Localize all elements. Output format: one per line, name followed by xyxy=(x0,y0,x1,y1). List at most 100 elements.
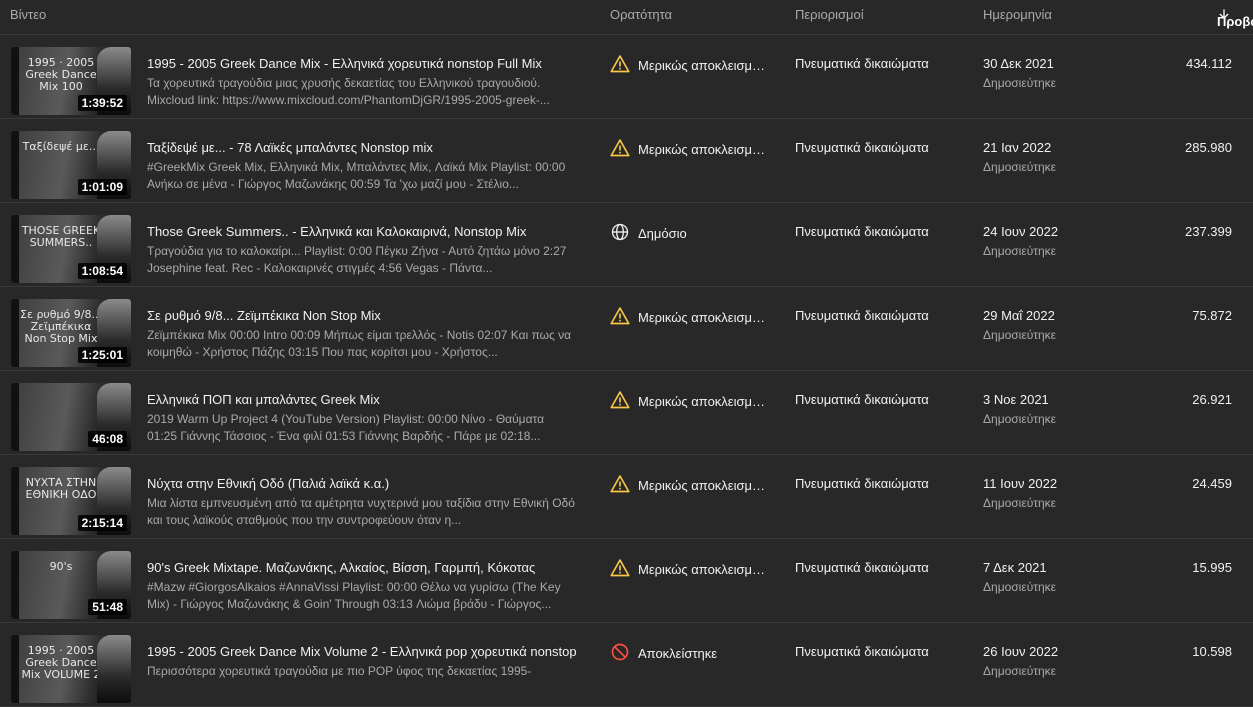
visibility-cell[interactable]: Μερικώς αποκλεισμένο xyxy=(610,138,770,161)
video-title[interactable]: 90's Greek Mixtape. Μαζωνάκης, Αλκαίος, … xyxy=(147,560,577,575)
publish-status: Δημοσιεύτηκε xyxy=(983,244,1057,258)
restrictions-cell[interactable]: Πνευματικά δικαιώματα xyxy=(795,224,929,239)
video-description: 2019 Warm Up Project 4 (YouTube Version)… xyxy=(147,412,545,443)
views-header-label: Προβολές xyxy=(1217,14,1253,29)
video-description: #GreekMix Greek Mix, Ελληνικά Mix, Μπαλά… xyxy=(147,160,566,191)
view-count: 75.872 xyxy=(1192,308,1232,323)
column-header-visibility[interactable]: Ορατότητα xyxy=(610,7,672,22)
thumbnail-text: THOSE GREEK SUMMERS.. xyxy=(21,224,101,249)
video-thumbnail[interactable]: 90's 51:48 xyxy=(11,551,131,619)
thumbnail-text: Σε ρυθμό 9/8... Ζεϊμπέκικα Non Stop Mix xyxy=(20,308,102,345)
video-duration: 2:15:14 xyxy=(77,515,127,531)
column-header-video[interactable]: Βίντεο xyxy=(10,7,46,22)
visibility-label: Μερικώς αποκλεισμένο xyxy=(638,142,770,157)
view-count: 15.995 xyxy=(1192,560,1232,575)
video-row[interactable]: Σε ρυθμό 9/8... Ζεϊμπέκικα Non Stop Mix … xyxy=(0,287,1253,371)
video-title[interactable]: 1995 - 2005 Greek Dance Mix - Ελληνικά χ… xyxy=(147,56,577,71)
video-thumbnail[interactable]: 1995 · 2005 Greek Dance Mix VOLUME 2 xyxy=(11,635,131,703)
thumbnail-strip xyxy=(11,299,19,367)
visibility-label: Μερικώς αποκλεισμένο xyxy=(638,58,770,73)
video-description: Τραγούδια για το καλοκαίρι... Playlist: … xyxy=(147,244,567,275)
restrictions-cell[interactable]: Πνευματικά δικαιώματα xyxy=(795,140,929,155)
warning-icon xyxy=(610,474,630,497)
video-row[interactable]: 90's 51:48 90's Greek Mixtape. Μαζωνάκης… xyxy=(0,539,1253,623)
video-duration: 51:48 xyxy=(88,599,127,615)
visibility-cell[interactable]: Μερικώς αποκλεισμένο xyxy=(610,306,770,329)
restrictions-cell[interactable]: Πνευματικά δικαιώματα xyxy=(795,476,929,491)
publish-status: Δημοσιεύτηκε xyxy=(983,328,1057,342)
visibility-cell[interactable]: Μερικώς αποκλεισμένο xyxy=(610,558,770,581)
visibility-cell[interactable]: Μερικώς αποκλεισμένο xyxy=(610,390,770,413)
visibility-label: Δημόσιο xyxy=(638,226,687,241)
video-row[interactable]: 1995 · 2005 Greek Dance Mix VOLUME 2 199… xyxy=(0,623,1253,707)
video-thumbnail[interactable]: 1995 · 2005 Greek Dance Mix 100 1:39:52 xyxy=(11,47,131,115)
restrictions-cell[interactable]: Πνευματικά δικαιώματα xyxy=(795,392,929,407)
video-title[interactable]: Νύχτα στην Εθνική Οδό (Παλιά λαϊκά κ.α.) xyxy=(147,476,577,491)
thumbnail-text: Ταξίδεψέ με... xyxy=(22,140,100,153)
thumbnail-strip xyxy=(11,131,19,199)
publish-status: Δημοσιεύτηκε xyxy=(983,496,1057,510)
view-count: 24.459 xyxy=(1192,476,1232,491)
video-row[interactable]: Ταξίδεψέ με... 1:01:09 Ταξίδεψέ με... - … xyxy=(0,119,1253,203)
video-thumbnail[interactable]: Σε ρυθμό 9/8... Ζεϊμπέκικα Non Stop Mix … xyxy=(11,299,131,367)
warning-icon xyxy=(610,54,630,77)
visibility-label: Μερικώς αποκλεισμένο xyxy=(638,310,770,325)
thumbnail-strip xyxy=(11,467,19,535)
thumbnail-portrait xyxy=(97,635,131,703)
video-list: 1995 · 2005 Greek Dance Mix 100 1:39:52 … xyxy=(0,35,1253,707)
thumbnail-strip xyxy=(11,215,19,283)
publish-status: Δημοσιεύτηκε xyxy=(983,664,1057,678)
video-thumbnail[interactable]: THOSE GREEK SUMMERS.. 1:08:54 xyxy=(11,215,131,283)
visibility-cell[interactable]: Μερικώς αποκλεισμένο xyxy=(610,474,770,497)
thumbnail-text: 1995 · 2005 Greek Dance Mix VOLUME 2 xyxy=(21,644,101,681)
thumbnail-text: ΝΥΧΤΑ ΣΤΗΝ ΕΘΝΙΚΗ ΟΔΟ xyxy=(25,476,97,501)
column-header-date[interactable]: Ημερομηνία xyxy=(983,7,1052,22)
video-duration: 1:08:54 xyxy=(77,263,127,279)
publish-date: 29 Μαΐ 2022 xyxy=(983,308,1055,323)
view-count: 434.112 xyxy=(1185,56,1232,71)
video-description: Μια λίστα εμπνευσμένη από τα αμέτρητα νυ… xyxy=(147,496,575,527)
warning-icon xyxy=(610,138,630,161)
visibility-cell[interactable]: Δημόσιο xyxy=(610,222,770,245)
thumbnail-strip xyxy=(11,383,19,451)
video-duration: 1:25:01 xyxy=(77,347,127,363)
restrictions-cell[interactable]: Πνευματικά δικαιώματα xyxy=(795,560,929,575)
video-row[interactable]: THOSE GREEK SUMMERS.. 1:08:54 Those Gree… xyxy=(0,203,1253,287)
video-description: Περισσότερα χορευτικά τραγούδια με πιο P… xyxy=(147,664,532,678)
video-title[interactable]: Those Greek Summers.. - Ελληνικά και Καλ… xyxy=(147,224,577,239)
publish-status: Δημοσιεύτηκε xyxy=(983,76,1057,90)
visibility-cell[interactable]: Αποκλείστηκε xyxy=(610,642,770,665)
video-thumbnail[interactable]: 46:08 xyxy=(11,383,131,451)
thumbnail-strip xyxy=(11,551,19,619)
view-count: 237.399 xyxy=(1185,224,1232,239)
video-duration: 1:01:09 xyxy=(77,179,127,195)
thumbnail-strip xyxy=(11,47,19,115)
restrictions-cell[interactable]: Πνευματικά δικαιώματα xyxy=(795,308,929,323)
video-row[interactable]: ΝΥΧΤΑ ΣΤΗΝ ΕΘΝΙΚΗ ΟΔΟ 2:15:14 Νύχτα στην… xyxy=(0,455,1253,539)
restrictions-cell[interactable]: Πνευματικά δικαιώματα xyxy=(795,644,929,659)
video-title[interactable]: Ελληνικά ΠΟΠ και μπαλάντες Greek Mix xyxy=(147,392,577,407)
view-count: 10.598 xyxy=(1192,644,1232,659)
video-title[interactable]: Ταξίδεψέ με... - 78 Λαϊκές μπαλάντες Non… xyxy=(147,140,577,155)
visibility-label: Μερικώς αποκλεισμένο xyxy=(638,394,770,409)
video-title[interactable]: Σε ρυθμό 9/8... Ζεϊμπέκικα Non Stop Mix xyxy=(147,308,577,323)
video-duration: 1:39:52 xyxy=(77,95,127,111)
visibility-label: Μερικώς αποκλεισμένο xyxy=(638,562,770,577)
video-thumbnail[interactable]: Ταξίδεψέ με... 1:01:09 xyxy=(11,131,131,199)
view-count: 285.980 xyxy=(1185,140,1232,155)
restrictions-cell[interactable]: Πνευματικά δικαιώματα xyxy=(795,56,929,71)
video-description: Ζεϊμπέκικα Mix 00:00 Intro 00:09 Μήπως ε… xyxy=(147,328,572,359)
warning-icon xyxy=(610,558,630,581)
video-row[interactable]: 1995 · 2005 Greek Dance Mix 100 1:39:52 … xyxy=(0,35,1253,119)
thumbnail-strip xyxy=(11,635,19,703)
table-header: Βίντεο Ορατότητα Περιορισμοί Ημερομηνία … xyxy=(0,0,1253,35)
video-row[interactable]: 46:08 Ελληνικά ΠΟΠ και μπαλάντες Greek M… xyxy=(0,371,1253,455)
publish-date: 3 Νοε 2021 xyxy=(983,392,1049,407)
video-title[interactable]: 1995 - 2005 Greek Dance Mix Volume 2 - Ε… xyxy=(147,644,577,659)
column-header-restrictions[interactable]: Περιορισμοί xyxy=(795,7,864,22)
visibility-label: Μερικώς αποκλεισμένο xyxy=(638,478,770,493)
visibility-cell[interactable]: Μερικώς αποκλεισμένο xyxy=(610,54,770,77)
video-thumbnail[interactable]: ΝΥΧΤΑ ΣΤΗΝ ΕΘΝΙΚΗ ΟΔΟ 2:15:14 xyxy=(11,467,131,535)
publish-date: 21 Ιαν 2022 xyxy=(983,140,1052,155)
column-header-views[interactable]: Προβολές xyxy=(1217,7,1253,29)
